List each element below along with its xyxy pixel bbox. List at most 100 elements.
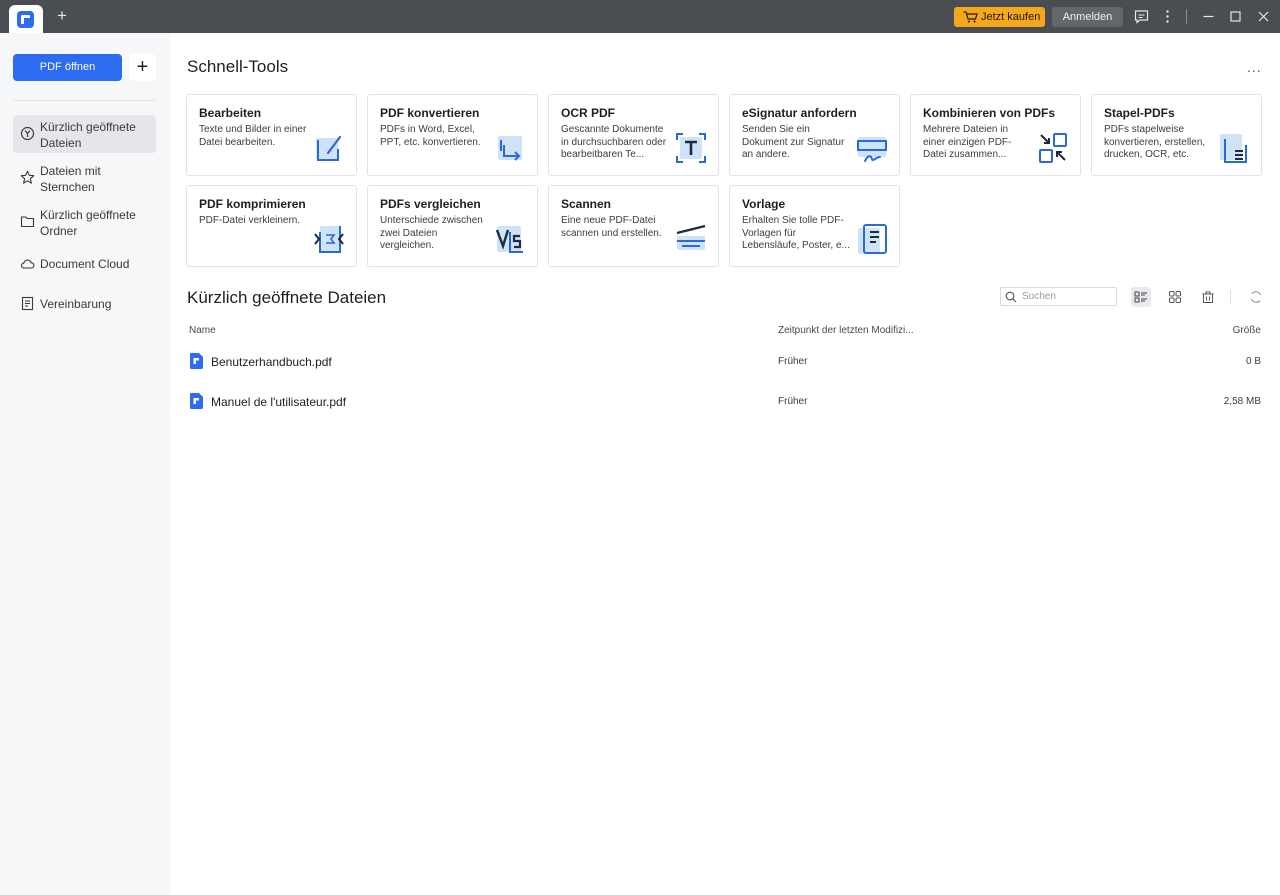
file-row[interactable]: Manuel de l'utilisateur.pdf Früher 2,58 … [187,381,1263,421]
file-row[interactable]: Benutzerhandbuch.pdf Früher 0 B [187,341,1263,381]
file-name: Manuel de l'utilisateur.pdf [211,395,347,409]
compress-icon [314,226,344,253]
tool-card-compress[interactable]: PDF komprimieren PDF-Datei verkleinern. [186,185,357,267]
feedback-icon[interactable] [1133,8,1150,25]
toolbar-separator [1230,290,1231,304]
sidebar-item-recent-folders[interactable]: Kürzlich geöffnete Ordner [13,203,156,241]
column-header-size[interactable]: Größe [1233,325,1261,336]
sidebar-item-agreement[interactable]: Vereinbarung [13,285,156,323]
tool-card-title: OCR PDF [561,106,615,120]
sidebar: PDF öffnen + Kürzlich geöffnete Dateien … [0,33,170,895]
sidebar-item-recent-files[interactable]: Kürzlich geöffnete Dateien [13,115,156,153]
close-icon[interactable] [1255,8,1272,25]
buy-now-button[interactable]: Jetzt kaufen [954,7,1045,27]
title-bar: + Jetzt kaufen Anmelden [0,0,1280,33]
tool-card-title: PDF komprimieren [199,197,306,211]
quick-tools-title: Schnell-Tools [187,57,289,76]
document-icon [21,296,34,311]
recent-files-title: Kürzlich geöffnete Dateien [187,288,387,307]
sidebar-item-label: Vereinbarung [40,297,112,311]
tool-card-title: Stapel-PDFs [1104,106,1175,120]
search-icon [1005,291,1017,303]
sidebar-item-document-cloud[interactable]: Document Cloud [13,245,156,283]
tool-card-title: Bearbeiten [199,106,262,120]
login-button[interactable]: Anmelden [1052,7,1123,27]
tool-card-description: PDFs in Word, Excel, PPT, etc. konvertie… [380,124,481,148]
combine-icon [1039,133,1067,163]
file-name: Benutzerhandbuch.pdf [211,355,332,369]
sidebar-item-label: Kürzlich geöffnete Dateien [40,120,136,150]
trash-icon [1202,291,1214,303]
tool-card-description: Unterschiede zwischen zwei Dateien vergl… [380,215,483,252]
clock-icon [20,126,35,141]
column-header-name[interactable]: Name [189,325,216,336]
maximize-icon[interactable] [1227,8,1244,25]
grid-view-button[interactable] [1165,287,1185,307]
open-pdf-button[interactable]: PDF öffnen [13,54,122,81]
tool-card-description: PDF-Datei verkleinern. [199,215,301,226]
tool-card-description: Gescannte Dokumente in durchsuchbaren od… [561,124,667,161]
grid-view-icon [1169,291,1181,303]
tool-card-edit[interactable]: Bearbeiten Texte und Bilder in einer Dat… [186,94,357,176]
search-input[interactable] [1022,289,1112,304]
refresh-icon [1251,291,1261,303]
tool-card-title: Vorlage [742,197,786,211]
tool-card-ocr[interactable]: OCR PDF Gescannte Dokumente in durchsuch… [548,94,719,176]
edit-icon [316,135,342,161]
more-menu-icon[interactable] [1159,8,1176,25]
quick-tools-more-button[interactable]: ... [1247,59,1262,75]
column-header-modified[interactable]: Zeitpunkt der letzten Modifizi... [778,325,914,336]
list-view-button[interactable] [1131,287,1151,307]
new-tab-button[interactable]: + [53,7,71,25]
sidebar-divider [13,100,156,101]
app-logo-icon [17,11,34,28]
cloud-icon [20,259,35,269]
home-tab[interactable] [9,5,43,33]
file-size: 0 B [1245,356,1261,367]
search-box [1000,287,1117,306]
sidebar-item-label: Dateien mit Sternchen [40,164,101,194]
tool-card-convert[interactable]: PDF konvertieren PDFs in Word, Excel, PP… [367,94,538,176]
tool-card-scan[interactable]: Scannen Eine neue PDF-Datei scannen und … [548,185,719,267]
tool-card-esignature[interactable]: eSignatur anfordern Senden Sie ein Dokum… [729,94,900,176]
sidebar-item-starred[interactable]: Dateien mit Sternchen [13,159,156,197]
file-modified: Früher [778,356,808,367]
tool-card-title: eSignatur anfordern [742,106,857,120]
file-size: 2,58 MB [1223,396,1261,407]
tool-card-compare[interactable]: PDFs vergleichen Unterschiede zwischen z… [367,185,538,267]
folder-icon [20,216,35,228]
file-modified: Früher [778,396,808,407]
scanner-icon [676,224,706,250]
tool-card-title: Kombinieren von PDFs [923,106,1056,120]
tool-card-template[interactable]: Vorlage Erhalten Sie tolle PDF-Vorlagen … [729,185,900,267]
tool-card-title: PDFs vergleichen [380,197,481,211]
tool-card-title: PDF konvertieren [380,106,480,120]
signature-icon [857,137,887,162]
pdf-file-icon [190,353,203,369]
tool-card-description: Erhalten Sie tolle PDF-Vorlagen für Lebe… [742,215,850,252]
tool-card-description: Eine neue PDF-Datei scannen und erstelle… [561,215,662,239]
buy-now-label: Jetzt kaufen [981,11,1041,23]
convert-icon [498,136,522,161]
sidebar-item-label: Kürzlich geöffnete Ordner [40,208,136,238]
create-new-button[interactable]: + [129,54,156,81]
ocr-icon [676,133,706,163]
main-content: Schnell-Tools ... Bearbeiten Texte und B… [170,33,1280,895]
tool-card-title: Scannen [561,197,612,211]
tool-card-description: Mehrere Dateien in einer einzigen PDF-Da… [923,124,1012,161]
template-icon [858,224,887,254]
minimize-icon[interactable] [1200,8,1217,25]
list-view-icon [1134,291,1147,303]
cart-icon [963,11,978,23]
tool-card-combine[interactable]: Kombinieren von PDFs Mehrere Dateien in … [910,94,1081,176]
compare-icon [495,226,523,253]
tool-card-description: Texte und Bilder in einer Datei bearbeit… [199,124,307,148]
tool-card-description: PDFs stapelweise konvertieren, erstellen… [1104,124,1206,161]
tool-card-batch[interactable]: Stapel-PDFs PDFs stapelweise konvertiere… [1091,94,1262,176]
clear-list-button[interactable] [1198,287,1218,307]
star-icon [20,170,35,184]
batch-icon [1220,134,1247,163]
refresh-button[interactable] [1246,287,1266,307]
sidebar-item-label: Document Cloud [40,257,130,271]
pdf-file-icon [190,393,203,409]
